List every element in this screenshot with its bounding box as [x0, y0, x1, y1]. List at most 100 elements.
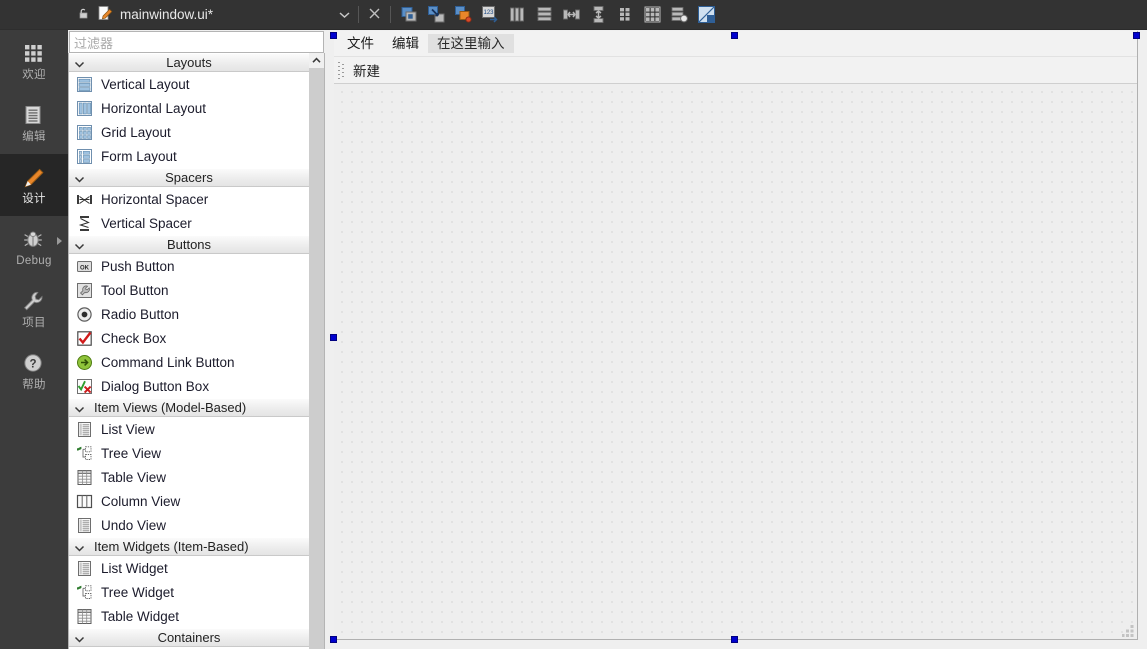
form-menu-item[interactable]: 文件 [338, 34, 383, 54]
widget-item[interactable]: Grid Layout [69, 120, 309, 144]
layout-form-button[interactable] [616, 5, 635, 24]
layout-vertical-button[interactable] [535, 5, 554, 24]
widget-item[interactable]: Dialog Button Box [69, 374, 309, 398]
layout-splitter-vertical-button[interactable] [589, 5, 608, 24]
adjust-size-button[interactable] [400, 5, 419, 24]
widget-item-label: Table View [101, 469, 167, 485]
widget-item[interactable]: Column View [69, 489, 309, 513]
widget-item[interactable]: List Widget [69, 556, 309, 580]
widget-item[interactable]: Vertical Layout [69, 72, 309, 96]
mode-item-帮助[interactable]: ? 帮助 [0, 340, 68, 402]
bug-icon [24, 231, 42, 247]
widget-section-header[interactable]: Spacers [69, 168, 309, 187]
widget-item[interactable]: Command Link Button [69, 350, 309, 374]
widget-item[interactable]: Check Box [69, 326, 309, 350]
widget-item-label: Horizontal Layout [101, 100, 207, 116]
tree-view-icon [76, 584, 92, 599]
widget-item[interactable]: List View [69, 417, 309, 441]
widget-item-label: Table Widget [101, 608, 180, 624]
toolbar-grip-icon[interactable] [338, 60, 345, 80]
form-toolbar[interactable]: 新建 [334, 57, 1137, 84]
widget-section-header[interactable]: Buttons [69, 235, 309, 254]
form-canvas[interactable] [334, 84, 1137, 639]
break-layout-button[interactable] [427, 5, 446, 24]
tool-button-icon [77, 282, 92, 298]
scrollbar-thumb[interactable] [309, 68, 324, 649]
widget-section-title: Item Widgets (Item-Based) [94, 539, 249, 554]
form-toolbar-action[interactable]: 新建 [353, 60, 380, 80]
widget-item-label: Undo View [101, 517, 167, 533]
mode-item-label: 项目 [22, 316, 46, 329]
widget-list[interactable]: Layouts Vertical Layout Horizontal Layout G… [68, 53, 325, 649]
chevron-down-icon[interactable] [339, 8, 350, 22]
file-tab-title[interactable]: mainwindow.ui* [120, 7, 213, 22]
push-button-icon: OK [76, 258, 93, 275]
chevron-down-icon[interactable] [74, 58, 85, 69]
chevron-right-icon[interactable] [57, 237, 62, 245]
selection-handle-bottom-center[interactable] [731, 636, 738, 643]
search-input[interactable]: 过滤器 [69, 31, 324, 53]
widget-item[interactable]: Table Widget [69, 604, 309, 628]
widget-item[interactable]: OK Push Button [69, 254, 309, 278]
pencil-icon [24, 168, 44, 188]
svg-text:123: 123 [483, 10, 494, 16]
mode-item-编辑[interactable]: 编辑 [0, 92, 68, 154]
chevron-down-icon[interactable] [74, 403, 85, 414]
mode-item-Debug[interactable]: Debug [0, 216, 68, 278]
tree-view-icon [76, 445, 92, 460]
preview-button[interactable] [697, 5, 716, 24]
widget-section-header[interactable]: Item Views (Model-Based) [69, 398, 309, 417]
widget-item[interactable]: Horizontal Layout [69, 96, 309, 120]
unlocked-icon[interactable] [76, 6, 90, 23]
widget-section-title: Item Views (Model-Based) [94, 400, 247, 415]
mode-item-欢迎[interactable]: 欢迎 [0, 30, 68, 92]
designed-form[interactable]: 文件 编辑 在这里输入 新建 [334, 31, 1138, 640]
layout-grid-button[interactable] [643, 5, 662, 24]
widget-section-header[interactable]: Containers [69, 628, 309, 647]
size-grip-icon[interactable] [1122, 624, 1135, 637]
svg-text:?: ? [29, 358, 36, 370]
selection-handle-top-center[interactable] [731, 32, 738, 39]
widget-item[interactable]: Tree View [69, 441, 309, 465]
selection-handle-middle-left[interactable] [330, 334, 337, 341]
selection-handle-top-left[interactable] [330, 32, 337, 39]
widget-item-label: Horizontal Spacer [101, 191, 209, 207]
edit-signals-slots-button[interactable] [454, 5, 473, 24]
form-menu-item[interactable]: 编辑 [383, 34, 428, 54]
table-view-icon [77, 608, 92, 624]
widget-item[interactable]: Tool Button [69, 278, 309, 302]
check-box-icon [76, 330, 93, 347]
layout-horizontal-button[interactable] [508, 5, 527, 24]
widget-item-label: Grid Layout [101, 124, 171, 140]
widget-list-scrollbar[interactable] [309, 53, 324, 649]
edit-tab-order-button[interactable]: 123 [481, 5, 500, 24]
widget-item[interactable]: Undo View [69, 513, 309, 537]
widget-item[interactable]: Vertical Spacer [69, 211, 309, 235]
widget-section-header[interactable]: Item Widgets (Item-Based) [69, 537, 309, 556]
widget-item[interactable]: Form Layout [69, 144, 309, 168]
chevron-down-icon[interactable] [74, 542, 85, 553]
widget-item[interactable]: Tree Widget [69, 580, 309, 604]
form-menu-item[interactable]: 在这里输入 [428, 33, 514, 54]
horizontal-layout-icon [76, 100, 93, 117]
chevron-down-icon[interactable] [74, 240, 85, 251]
scroll-up-button[interactable] [309, 53, 324, 68]
form-layout-icon [76, 148, 93, 165]
vertical-spacer-icon [78, 215, 90, 231]
chevron-down-icon[interactable] [74, 633, 85, 644]
selection-handle-bottom-left[interactable] [330, 636, 337, 643]
table-view-icon [76, 469, 93, 486]
close-x-icon[interactable] [368, 7, 381, 23]
selection-handle-top-right[interactable] [1133, 32, 1140, 39]
layout-splitter-horizontal-button[interactable] [562, 5, 581, 24]
push-button-icon: OK [77, 260, 92, 272]
mode-item-项目[interactable]: 项目 [0, 278, 68, 340]
widget-item[interactable]: Table View [69, 465, 309, 489]
grid-apps-icon [25, 44, 42, 62]
mode-item-设计[interactable]: 设计 [0, 154, 68, 216]
widget-section-header[interactable]: Layouts [69, 53, 309, 72]
widget-item[interactable]: Horizontal Spacer [69, 187, 309, 211]
widget-item[interactable]: Radio Button [69, 302, 309, 326]
layout-stacked-button[interactable] [670, 5, 689, 24]
chevron-down-icon[interactable] [74, 173, 85, 184]
